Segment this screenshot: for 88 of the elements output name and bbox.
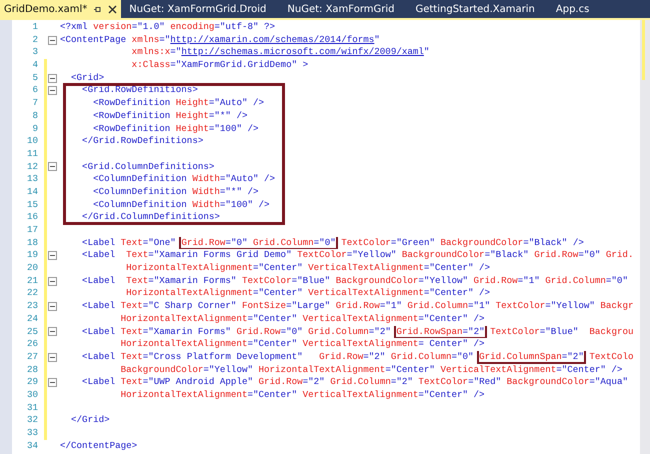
line-number: 32 — [26, 414, 39, 427]
pin-icon[interactable] — [93, 4, 102, 14]
line-number: 11 — [26, 148, 39, 161]
code-text: <Label Text="Xamarin Forms" Grid.Row="0" Grid.Column="2" — [81, 326, 392, 336]
code-text: TextColor="Green" BackgroundColor="Black" /> — [340, 236, 584, 248]
line-number: 4 — [31, 59, 39, 72]
line-number: 16 — [26, 211, 39, 224]
highlight-box: Grid.RowSpan="2" — [396, 326, 485, 336]
code-text: <Grid.RowDefinitions> — [81, 84, 198, 96]
code-text: <Label Text="UWP Android Apple" Grid.Row="2" Grid.Column="2" TextColor="Red" BackgroundColor="Aqua" — [81, 376, 628, 388]
editor-tab[interactable]: App.cs — [552, 0, 606, 18]
line-number: 25 — [26, 326, 39, 338]
code-text: HorizontalTextAlignment="Center" VerticalTextAlignment="Center" /> — [120, 312, 485, 324]
line-number: 10 — [26, 135, 39, 148]
code-text: <Label Text="C Sharp Corner" FontSize="Large" Grid.Row="1" Grid.Column="1" TextColor="Yellow" Backgr — [81, 300, 634, 312]
editor-tab[interactable]: GettingStarted.Xamarin — [411, 0, 552, 18]
code-text: </Grid.ColumnDefinitions> — [81, 211, 220, 222]
code-text: <?xml version="1.0" encoding="utf-8" ?> — [60, 21, 276, 32]
line-number: 14 — [26, 186, 39, 199]
collapse-icon[interactable] — [48, 36, 57, 45]
code-text: <RowDefinition Height="*" /> — [92, 110, 248, 121]
editor-tab[interactable]: NuGet: XamFormGrid — [283, 0, 412, 18]
line-number: 7 — [31, 97, 39, 110]
code-text: </Grid> — [70, 414, 110, 426]
code-text: TextColo — [588, 350, 634, 362]
code-text: HorizontalTextAlignment="Center" VerticalTextAlignment="Center" /> — [120, 388, 485, 400]
line-number: 24 — [26, 312, 39, 326]
code-text: <Label Text="Cross Platform Development" Grid.Row="2" Grid.Column="0" — [81, 350, 475, 362]
code-text: </ContentPage> — [60, 440, 138, 451]
line-number: 30 — [26, 388, 39, 402]
line-number: 31 — [26, 402, 39, 414]
collapse-icon[interactable] — [48, 378, 57, 388]
line-number: 13 — [26, 173, 39, 186]
close-icon[interactable] — [108, 4, 118, 14]
line-number: 26 — [26, 338, 39, 351]
line-number: 17 — [26, 224, 39, 237]
collapse-icon[interactable] — [48, 352, 57, 362]
line-number: 15 — [26, 198, 39, 212]
line-number: 6 — [31, 84, 39, 98]
editor-tab[interactable]: GridDemo.xaml* — [0, 0, 122, 18]
highlight-box: Grid.ColumnSpan="2" — [479, 350, 584, 362]
code-text: HorizontalTextAlignment="Center" VerticalTextAlignment= Center" /> — [120, 338, 485, 350]
code-text: <Grid.ColumnDefinitions> — [81, 160, 214, 172]
line-number: 23 — [26, 300, 39, 313]
code-text: <ColumnDefinition Width="*" /> — [92, 186, 259, 197]
collapse-icon[interactable] — [48, 86, 57, 96]
code-text: BackgroundColor="Yellow" HorizontalTextAlignment="Center" VerticalTextAlignment="Center" /> — [120, 364, 622, 375]
code-text: xmlns:x="http://schemas.microsoft.com/winfx/2009/xaml" — [130, 46, 430, 58]
code-text: <ColumnDefinition Width="Auto" /> — [92, 173, 276, 184]
collapse-icon[interactable] — [48, 162, 57, 172]
line-number: 8 — [31, 110, 39, 122]
line-number: 33 — [26, 427, 39, 440]
line-number: 21 — [26, 274, 39, 288]
code-text: <ContentPage xmlns="http://xamarin.com/schemas/2014/forms" — [60, 34, 380, 45]
code-text: HorizontalTextAlignment="Center" VerticalTextAlignment="Center" /> — [125, 262, 490, 274]
code-text: <Label Text="Xamarin Forms Grid Demo" TextColor="Yellow" BackgroundColor="Black" Grid.Row="0" Grid. — [81, 249, 634, 260]
code-text: <RowDefinition Height="100" /> — [92, 122, 259, 134]
line-number: 2 — [31, 34, 39, 46]
line-number: 19 — [26, 249, 39, 262]
line-number: 9 — [31, 122, 39, 136]
collapse-icon[interactable] — [48, 276, 57, 286]
line-number: 20 — [26, 262, 39, 275]
line-number: 1 — [31, 21, 39, 34]
line-number: 12 — [26, 160, 39, 174]
editor-tab[interactable]: NuGet: XamFormGrid.Droid — [125, 0, 284, 18]
collapse-icon[interactable] — [48, 74, 57, 83]
code-text: <Grid> — [70, 72, 104, 83]
line-number: 27 — [26, 350, 39, 364]
collapse-icon[interactable] — [48, 327, 57, 336]
code-text: HorizontalTextAlignment="Center" VerticalTextAlignment="Center" /> — [125, 287, 490, 298]
code-text: TextColor="Blue" Backgrou — [489, 326, 634, 336]
line-number: 34 — [26, 440, 39, 452]
collapse-icon[interactable] — [48, 302, 57, 311]
line-number: 3 — [31, 46, 39, 60]
code-text: <RowDefinition Height="Auto" /> — [92, 97, 264, 108]
code-text: <Label Text="Xamarin Forms" TextColor="Blue" BackgroundColor="Yellow" Grid.Row="1" Grid.Column="0" — [81, 274, 628, 286]
code-text: </Grid.RowDefinitions> — [81, 135, 204, 146]
code-text: <Label Text="One" — [81, 236, 177, 248]
code-text: x:Class="XamFormGrid.GridDemo" > — [130, 59, 308, 70]
line-number: 18 — [26, 236, 39, 250]
line-number: 5 — [31, 72, 39, 84]
highlight-box: Grid.Row="0" Grid.Column="0" — [181, 236, 336, 248]
collapse-icon[interactable] — [48, 251, 57, 260]
line-number: 22 — [26, 287, 39, 300]
line-number: 28 — [26, 364, 39, 376]
scrollbar[interactable] — [640, 20, 650, 454]
code-text: <ColumnDefinition Width="100" /> — [92, 198, 270, 210]
line-number: 29 — [26, 376, 39, 389]
